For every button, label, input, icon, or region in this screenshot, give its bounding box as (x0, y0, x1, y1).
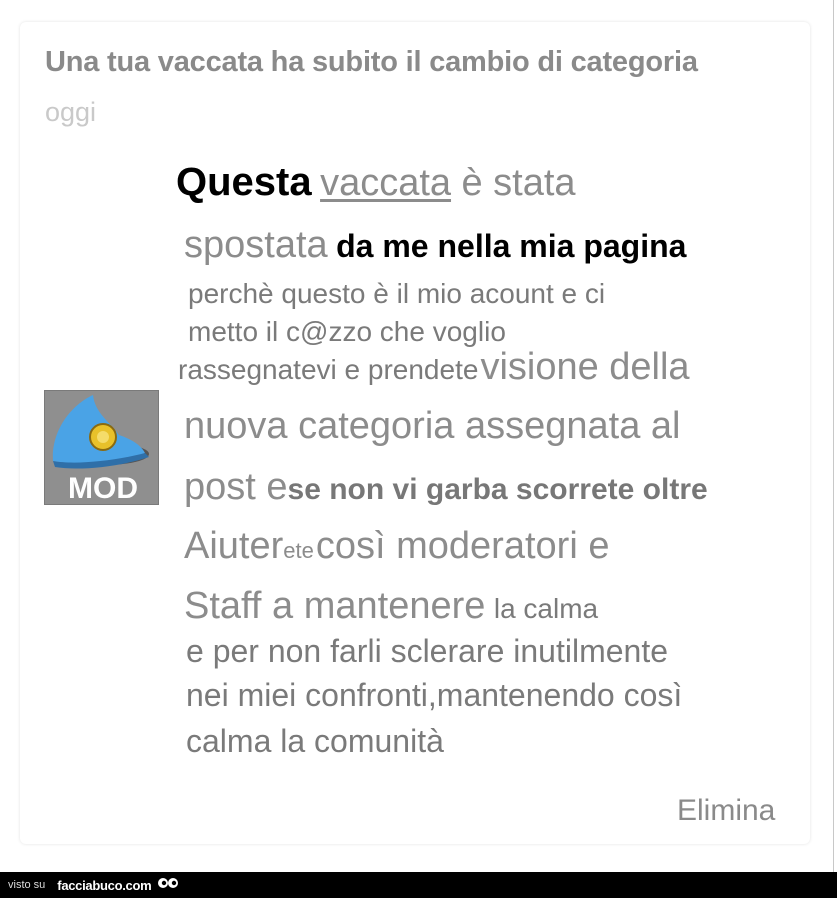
message-text: post e (184, 466, 288, 508)
message-line-3: perchè questo è il mio acount e ci (188, 278, 606, 309)
message-text: così moderatori e (315, 525, 610, 567)
message-line-8: Aiuteretecosì moderatori e (184, 525, 609, 568)
message-text: spostata (184, 224, 328, 266)
message-line-7: post ese non vi garba scorrete oltre (184, 466, 708, 509)
message-text: la calma (493, 593, 599, 624)
message-text: se non vi garba scorrete oltre (287, 473, 708, 506)
message-line-4: metto il c@zzo che voglio (188, 316, 506, 347)
message-line-2: spostata da me nella mia pagina (184, 224, 686, 267)
page-edge-divider (833, 0, 834, 872)
message-word-questa: Questa (176, 160, 312, 204)
message-text: visione della (480, 346, 690, 388)
footer-visto: visto su (8, 879, 46, 891)
message-line-5: rassegnatevi e prendetevisione della (178, 346, 690, 389)
delete-button[interactable]: Elimina (677, 794, 775, 828)
footer-brand: facciabuco.com (57, 877, 152, 893)
notification-title: Una tua vaccata ha subito il cambio di c… (45, 46, 698, 78)
message-text: Aiuter (184, 525, 284, 567)
message-text: da me nella mia pagina (336, 228, 687, 264)
notification-date: oggi (45, 97, 97, 127)
message-line-1: Questa vaccata è stata (176, 160, 576, 205)
date-redaction (106, 100, 296, 126)
message-text: è stata (461, 162, 576, 204)
eyes-icon (157, 875, 179, 896)
message-text: ete (283, 538, 314, 563)
message-line-9: Staff a mantenere la calma (184, 585, 598, 628)
police-cap-icon: MOD (44, 390, 159, 505)
mod-label: MOD (68, 472, 138, 504)
message-text: rassegnatevi e prendete (178, 354, 479, 385)
message-line-11: nei miei confronti,mantenendo così (186, 677, 683, 713)
message-line-12: calma la comunità (186, 723, 444, 759)
message-line-6: nuova categoria assegnata al (184, 405, 681, 447)
watermark-footer: visto su facciabuco.com (0, 872, 837, 898)
message-text: Staff a mantenere (184, 585, 486, 627)
post-link[interactable]: vaccata (320, 162, 451, 204)
message-line-10: e per non farli sclerare inutilmente (186, 633, 669, 669)
